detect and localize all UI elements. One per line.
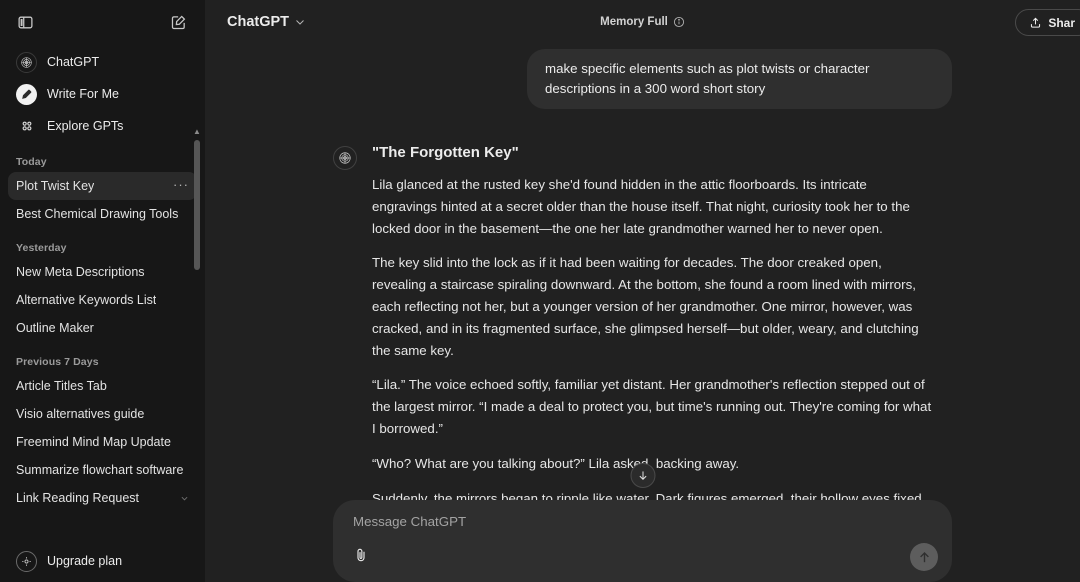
conversation-item-visio-alternatives-guide[interactable]: Visio alternatives guide bbox=[8, 400, 197, 428]
message-input[interactable]: Message ChatGPT bbox=[353, 514, 936, 529]
sidebar-conversation-list-previous-7-days: Article Titles Tab Visio alternatives gu… bbox=[0, 372, 205, 512]
conversation-title: Freemind Mind Map Update bbox=[16, 435, 171, 449]
sidebar-item-write-for-me[interactable]: Write For Me bbox=[8, 78, 197, 110]
conversation-item-summarize-flowchart-software[interactable]: Summarize flowchart software bbox=[8, 456, 197, 484]
conversation-title: Plot Twist Key bbox=[16, 179, 95, 193]
grid-dots-icon bbox=[16, 116, 37, 137]
conversation-item-new-meta-descriptions[interactable]: New Meta Descriptions bbox=[8, 258, 197, 286]
sidebar-conversation-list-today: Plot Twist Key ··· Best Chemical Drawing… bbox=[0, 172, 205, 228]
story-paragraph: Lila glanced at the rusted key she'd fou… bbox=[372, 177, 910, 236]
arrow-down-icon bbox=[636, 469, 649, 482]
new-chat-icon[interactable] bbox=[165, 9, 191, 35]
sidebar-section-heading: Today bbox=[16, 156, 47, 168]
sidebar-section-heading: Previous 7 Days bbox=[16, 356, 99, 368]
assistant-message-body: "The Forgotten Key" Lila glanced at the … bbox=[372, 142, 932, 500]
user-message-bubble[interactable]: make specific elements such as plot twis… bbox=[527, 49, 952, 109]
conversation-title: New Meta Descriptions bbox=[16, 265, 145, 279]
conversation-item-freemind-mind-map-update[interactable]: Freemind Mind Map Update bbox=[8, 428, 197, 456]
info-circle-icon[interactable] bbox=[673, 16, 685, 28]
sidebar-footer: Upgrade plan bbox=[0, 544, 205, 582]
chatgpt-logo-icon bbox=[16, 51, 37, 73]
message-composer[interactable]: Message ChatGPT bbox=[333, 500, 952, 582]
sidebar-item-chatgpt[interactable]: ChatGPT bbox=[8, 46, 197, 78]
paperclip-icon[interactable] bbox=[348, 542, 374, 568]
sidebar-conversation-list-yesterday: New Meta Descriptions Alternative Keywor… bbox=[0, 258, 205, 342]
composer-area: Message ChatGPT bbox=[205, 500, 1080, 582]
memory-status: Memory Full bbox=[205, 0, 1080, 44]
conversation-title: Visio alternatives guide bbox=[16, 407, 145, 421]
chevron-down-icon[interactable] bbox=[180, 494, 189, 503]
message-thread: make specific elements such as plot twis… bbox=[205, 44, 1080, 500]
conversation-title: Article Titles Tab bbox=[16, 379, 107, 393]
top-bar: ChatGPT Memory Full Shar bbox=[205, 0, 1080, 44]
chatgpt-app-window: ChatGPT Write For Me Explore GPTs Today … bbox=[0, 0, 1080, 582]
story-paragraph: Suddenly, the mirrors began to ripple li… bbox=[372, 490, 922, 500]
conversation-options-icon[interactable]: ··· bbox=[173, 178, 189, 195]
assistant-message-row: "The Forgotten Key" Lila glanced at the … bbox=[333, 142, 952, 500]
conversation-title: Alternative Keywords List bbox=[16, 293, 157, 307]
sidebar-scroll-up-arrow[interactable]: ▲ bbox=[193, 128, 201, 136]
sidebar-item-label: Explore GPTs bbox=[47, 119, 124, 133]
story-title: "The Forgotten Key" bbox=[372, 144, 519, 161]
conversation-item-best-chemical-drawing-tools[interactable]: Best Chemical Drawing Tools bbox=[8, 200, 197, 228]
share-button[interactable]: Shar bbox=[1015, 9, 1080, 36]
story-paragraph: The key slid into the lock as if it had … bbox=[372, 255, 919, 358]
scroll-to-bottom-button[interactable] bbox=[630, 463, 655, 488]
sidebar-item-explore-gpts[interactable]: Explore GPTs bbox=[8, 110, 197, 142]
conversation-item-article-titles-tab[interactable]: Article Titles Tab bbox=[8, 372, 197, 400]
sidebar-item-label: ChatGPT bbox=[47, 55, 100, 69]
conversation-title: Best Chemical Drawing Tools bbox=[16, 207, 179, 221]
sidebar-section-heading: Yesterday bbox=[16, 242, 67, 254]
chevron-down-icon bbox=[294, 16, 306, 28]
conversation-scroll-area[interactable]: make specific elements such as plot twis… bbox=[205, 44, 1080, 500]
chatgpt-logo-icon bbox=[333, 146, 357, 170]
user-message-row: make specific elements such as plot twis… bbox=[333, 44, 952, 109]
conversation-title: Link Reading Request bbox=[16, 491, 139, 505]
model-selector[interactable]: ChatGPT bbox=[219, 10, 314, 34]
conversation-item-outline-maker[interactable]: Outline Maker bbox=[8, 314, 197, 342]
upgrade-plan-button[interactable]: Upgrade plan bbox=[8, 544, 197, 578]
sidebar-header bbox=[0, 0, 205, 44]
sidebar-scrollbar[interactable] bbox=[194, 140, 200, 270]
conversation-title: Summarize flowchart software bbox=[16, 463, 184, 477]
upgrade-plan-label: Upgrade plan bbox=[47, 554, 123, 568]
send-button[interactable] bbox=[910, 543, 938, 571]
share-button-label: Shar bbox=[1048, 15, 1075, 30]
upgrade-sparkle-icon bbox=[16, 550, 37, 572]
sidebar-toggle-icon[interactable] bbox=[12, 9, 38, 35]
conversation-item-alternative-keywords-list[interactable]: Alternative Keywords List bbox=[8, 286, 197, 314]
sidebar: ChatGPT Write For Me Explore GPTs Today … bbox=[0, 0, 205, 582]
story-paragraph: “Lila.” The voice echoed softly, familia… bbox=[372, 377, 932, 436]
pencil-circle-icon bbox=[16, 83, 37, 105]
share-upload-icon bbox=[1029, 16, 1042, 29]
main-panel: ChatGPT Memory Full Shar make specific e… bbox=[205, 0, 1080, 582]
conversation-item-plot-twist-key[interactable]: Plot Twist Key ··· bbox=[8, 172, 197, 200]
model-name-label: ChatGPT bbox=[227, 14, 290, 30]
sidebar-primary-nav: ChatGPT Write For Me Explore GPTs bbox=[0, 46, 205, 142]
memory-status-label: Memory Full bbox=[600, 16, 668, 28]
sidebar-item-label: Write For Me bbox=[47, 87, 119, 101]
conversation-title: Outline Maker bbox=[16, 321, 94, 335]
arrow-up-icon bbox=[917, 550, 932, 565]
conversation-item-link-reading-request[interactable]: Link Reading Request bbox=[8, 484, 197, 512]
